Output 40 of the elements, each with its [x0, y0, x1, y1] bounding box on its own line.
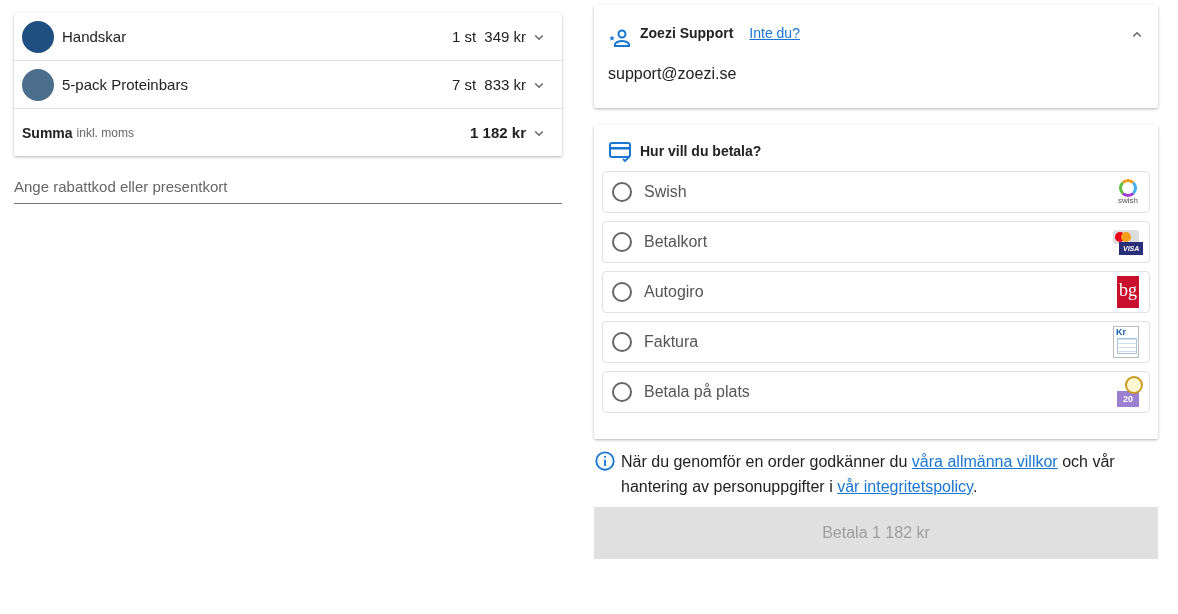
payment-method-label: Autogiro [644, 283, 705, 301]
cart-item-row[interactable]: 5-pack Proteinbars 7 st 833 kr [14, 61, 562, 109]
not-you-link[interactable]: Inte du? [749, 25, 800, 41]
payment-title: Hur vill du betala? [640, 143, 762, 159]
terms-link[interactable]: våra allmänna villkor [911, 453, 1058, 470]
payment-method-label: Betala på plats [644, 383, 751, 401]
terms-text: När du genomför en order godkänner du våra allmänna villkor och vår hantering av personuppgifter i vår integritetspolicy. [621, 452, 1116, 497]
bankgiro-logo: bg [1117, 276, 1139, 308]
account-name: Zoezi Support [640, 25, 734, 41]
payment-option[interactable]: Betala på plats 20 [602, 371, 1150, 413]
price: 349 kr [484, 28, 526, 45]
payment-option[interactable]: Swish swish [602, 171, 1150, 213]
payment-option[interactable]: Autogiro bg [602, 271, 1150, 313]
quantity: 1 st [452, 28, 477, 45]
total-amount: 1 182 kr [470, 124, 526, 141]
payment-method-label: Betalkort [644, 233, 709, 251]
cart-item-row[interactable]: Handskar 1 st 349 kr [14, 13, 562, 61]
info-icon [594, 450, 616, 472]
privacy-policy-link[interactable]: vår integritetspolicy [837, 478, 973, 495]
product-name: 5-pack Proteinbars [62, 76, 189, 93]
total-note: inkl. moms [76, 125, 135, 140]
radio-button[interactable] [612, 382, 632, 402]
invoice-document-icon: Kr [1113, 326, 1139, 358]
radio-button[interactable] [612, 232, 632, 252]
account-email: support@zoezi.se [608, 65, 738, 83]
quantity: 7 st [452, 76, 477, 93]
product-photo-placeholder [22, 20, 54, 53]
swish-logo: swish [1113, 176, 1143, 208]
credit-card-icon [608, 139, 632, 163]
product-name: Handskar [62, 28, 128, 45]
total-row[interactable]: Summa inkl. moms 1 182 kr [14, 109, 562, 156]
radio-button[interactable] [612, 182, 632, 202]
payment-method-label: Faktura [644, 333, 700, 351]
payment-method-label: Swish [644, 183, 688, 201]
product-photo-placeholder [22, 68, 54, 101]
radio-button[interactable] [612, 332, 632, 352]
radio-button[interactable] [612, 282, 632, 302]
total-label: Summa [22, 124, 73, 141]
price: 833 kr [484, 76, 526, 93]
payment-option[interactable]: Faktura Kr [602, 321, 1150, 363]
